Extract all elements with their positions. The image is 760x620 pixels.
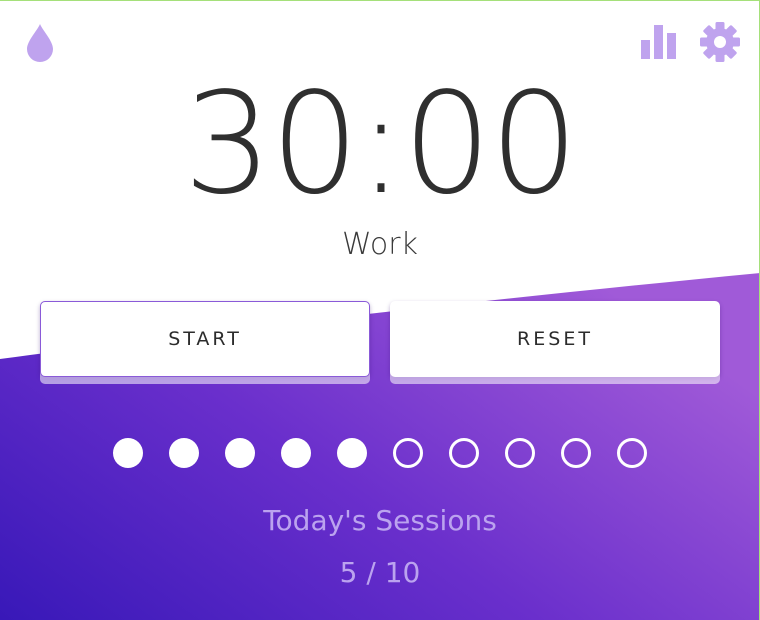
start-button[interactable]: START xyxy=(40,301,370,377)
session-dot-complete xyxy=(337,438,367,468)
session-dot-pending xyxy=(617,438,647,468)
drop-icon[interactable] xyxy=(24,21,56,63)
bar-chart-icon[interactable] xyxy=(640,22,678,60)
session-dot-pending xyxy=(505,438,535,468)
sessions-count: 5 / 10 xyxy=(339,556,421,589)
session-dot-complete xyxy=(113,438,143,468)
session-dot-complete xyxy=(225,438,255,468)
session-dot-complete xyxy=(281,438,311,468)
pomodoro-window: 30:00 Work START RESET Today's Sessions … xyxy=(0,0,760,620)
mode-label: Work xyxy=(342,227,418,262)
session-dot-complete xyxy=(169,438,199,468)
session-dot-pending xyxy=(449,438,479,468)
sessions-label: Today's Sessions xyxy=(263,504,497,537)
timer-display: 30:00 xyxy=(183,63,578,226)
reset-button[interactable]: RESET xyxy=(390,301,720,377)
session-dot-pending xyxy=(393,438,423,468)
session-dot-pending xyxy=(561,438,591,468)
gear-icon[interactable] xyxy=(699,21,741,63)
session-progress-dots xyxy=(0,437,759,469)
